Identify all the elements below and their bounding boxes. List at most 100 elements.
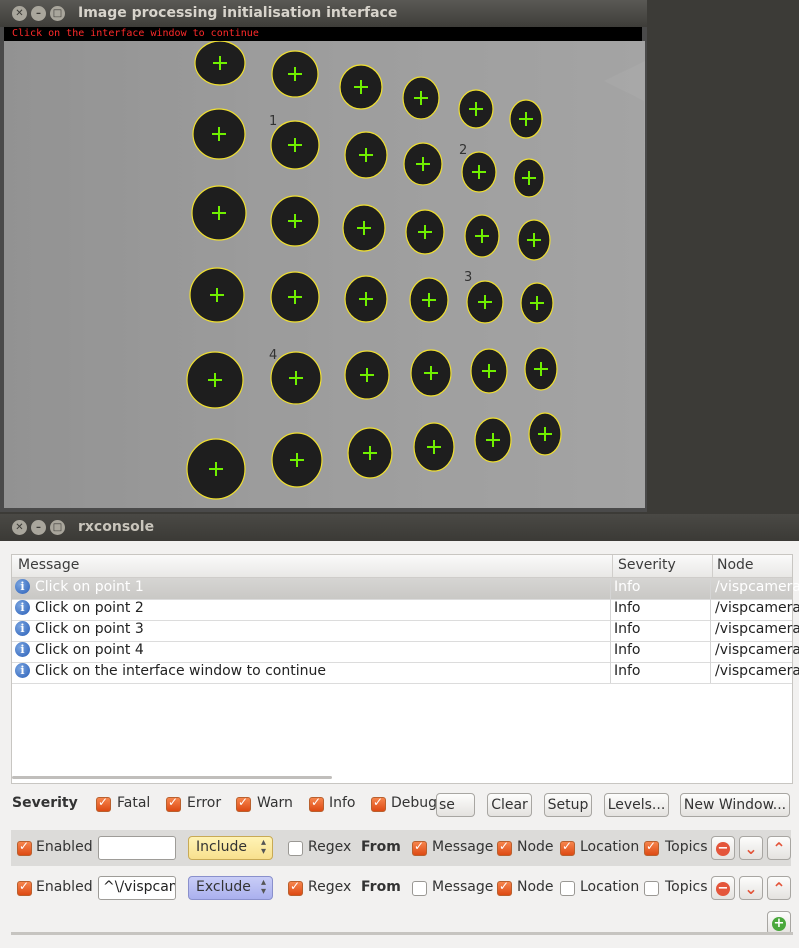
bottom-scrollbar[interactable] (11, 932, 793, 935)
table-row[interactable]: i Click on point 4 Info/vispcamera (12, 641, 799, 663)
calibration-blob[interactable] (410, 349, 452, 397)
checkbox-info[interactable] (309, 795, 324, 812)
calibration-blob[interactable] (339, 64, 383, 110)
close-icon[interactable]: ✕ (12, 6, 27, 21)
table-row[interactable]: i Click on point 2 Info/vispcamera (12, 599, 799, 621)
maximize-icon[interactable]: □ (50, 6, 65, 21)
calibration-blob[interactable] (270, 351, 322, 405)
calibration-blob[interactable] (271, 432, 323, 488)
column-message[interactable]: Message (18, 557, 79, 573)
from-topics-checkbox[interactable] (644, 839, 659, 856)
calibration-blob[interactable] (270, 120, 320, 170)
minimize-icon[interactable]: – (31, 6, 46, 21)
from-location-checkbox[interactable] (560, 839, 575, 856)
calibration-blob[interactable] (464, 214, 500, 258)
calibration-blob[interactable] (186, 351, 244, 409)
from-node-checkbox[interactable] (497, 839, 512, 856)
from-location-checkbox[interactable] (560, 881, 575, 896)
new-window-button[interactable]: New Window... (680, 793, 790, 817)
minimize-icon[interactable]: – (31, 520, 46, 535)
calibration-blob[interactable] (344, 275, 388, 323)
enabled-label: Enabled (36, 839, 93, 855)
filter-text-input[interactable]: ^\/vispcam (98, 876, 176, 900)
calibration-blob[interactable] (186, 438, 246, 500)
calibration-blob[interactable] (347, 427, 393, 479)
calibration-blob[interactable] (270, 195, 320, 247)
calibration-blob[interactable] (194, 41, 246, 86)
rxconsole-window: ✕ – □ rxconsole Message Severity Node iC… (0, 514, 799, 948)
remove-filter-button[interactable]: − (711, 836, 735, 860)
row-severity: Info (614, 621, 641, 637)
include-exclude-select[interactable]: Exclude ▴ ▾ (188, 876, 273, 900)
calibration-blob[interactable] (524, 347, 558, 391)
severity-label: Severity (12, 795, 78, 811)
calibration-blob[interactable] (189, 267, 245, 323)
regex-checkbox[interactable] (288, 841, 303, 856)
calibration-blob[interactable] (466, 280, 504, 324)
calibration-blob[interactable] (513, 158, 545, 198)
maximize-icon[interactable]: □ (50, 520, 65, 535)
from-topics-checkbox[interactable] (644, 881, 659, 896)
mode-value: Exclude (196, 879, 251, 895)
calibration-blob[interactable] (405, 209, 445, 255)
remove-filter-button[interactable]: − (711, 876, 735, 900)
clear-button[interactable]: Clear (487, 793, 532, 817)
calibration-blob[interactable] (470, 348, 508, 394)
checkbox-error[interactable] (166, 795, 181, 812)
move-down-button[interactable]: ⌄ (739, 836, 763, 860)
page-mark-4: 4 (269, 348, 277, 363)
calibration-blob[interactable] (344, 131, 388, 179)
calibration-blob[interactable] (402, 76, 440, 120)
calibration-blob[interactable] (342, 204, 386, 252)
from-node-checkbox[interactable] (497, 879, 512, 896)
page-mark-1: 1 (269, 114, 277, 129)
log-table[interactable]: Message Severity Node i Click on point 1 I… (11, 554, 799, 784)
window-title: Image processing initialisation interfac… (78, 5, 398, 21)
filter-enabled-checkbox[interactable] (17, 839, 32, 856)
calibration-blob[interactable] (271, 50, 319, 98)
setup-button[interactable]: Setup (544, 793, 592, 817)
camera-image[interactable]: 1 2 3 4 (4, 41, 645, 508)
calibration-blob[interactable] (413, 422, 455, 472)
checkbox-debug[interactable] (371, 795, 386, 812)
calibration-blob[interactable] (509, 99, 543, 139)
calibration-blob[interactable] (403, 142, 443, 186)
column-severity[interactable]: Severity (618, 557, 676, 573)
table-row[interactable]: i Click on point 1 Info/vispcamera (12, 578, 799, 600)
table-row[interactable]: i Click on the interface window to contin… (12, 662, 799, 684)
regex-checkbox[interactable] (288, 879, 303, 896)
filter-row-2: Enabled ^\/vispcam Exclude ▴▾ Regex From… (11, 870, 791, 906)
calibration-blob[interactable] (517, 219, 551, 261)
calibration-blob[interactable] (344, 350, 390, 400)
page-mark-2: 2 (459, 143, 467, 158)
move-up-button[interactable]: ⌃ (767, 876, 791, 900)
calibration-blob[interactable] (270, 271, 320, 323)
horizontal-scrollbar[interactable] (12, 776, 332, 779)
from-message-checkbox[interactable] (412, 839, 427, 856)
close-icon[interactable]: ✕ (12, 520, 27, 535)
calibration-blob[interactable] (458, 89, 494, 129)
calibration-blob[interactable] (474, 417, 512, 463)
levels-button[interactable]: Levels... (604, 793, 669, 817)
calibration-blob[interactable] (528, 412, 562, 456)
table-row[interactable]: i Click on point 3 Info/vispcamera (12, 620, 799, 642)
calibration-blob[interactable] (191, 185, 247, 241)
pause-button[interactable]: se (436, 793, 475, 817)
filter-enabled-checkbox[interactable] (17, 879, 32, 896)
move-up-button[interactable]: ⌃ (767, 836, 791, 860)
filter-text-input[interactable] (98, 836, 176, 860)
calibration-blob[interactable] (461, 151, 497, 193)
checkbox-warn[interactable] (236, 795, 251, 812)
from-message-checkbox[interactable] (412, 881, 427, 896)
calibration-blob[interactable] (192, 108, 246, 160)
calibration-blob[interactable] (409, 277, 449, 323)
column-node[interactable]: Node (717, 557, 754, 573)
label-error: Error (187, 795, 222, 811)
checkbox-fatal[interactable] (96, 795, 111, 812)
calibration-blob[interactable] (520, 282, 554, 324)
include-exclude-select[interactable]: Include ▴ ▾ (188, 836, 273, 860)
topics-label: Topics (665, 879, 708, 895)
node-label: Node (517, 839, 554, 855)
row-node: /vispcamera (715, 663, 799, 679)
move-down-button[interactable]: ⌄ (739, 876, 763, 900)
